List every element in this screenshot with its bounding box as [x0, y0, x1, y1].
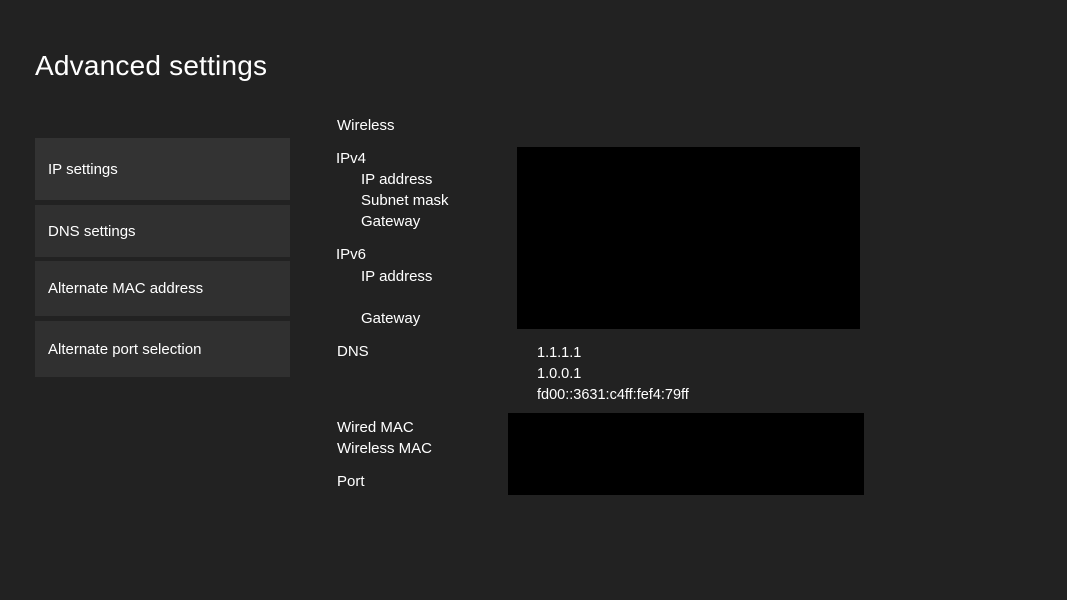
dns-secondary-value: 1.0.0.1 — [537, 366, 582, 382]
ipv4-subnet-mask-label: Subnet mask — [361, 192, 449, 209]
redacted-mac-values — [508, 413, 864, 495]
dns-ipv6-value: fd00::3631:c4ff:fef4:79ff — [537, 387, 689, 403]
dns-label: DNS — [337, 343, 369, 360]
ipv6-ip-address-label: IP address — [361, 268, 433, 285]
ipv4-heading: IPv4 — [336, 150, 367, 167]
ipv6-heading: IPv6 — [336, 246, 367, 263]
ipv4-gateway-label: Gateway — [361, 213, 421, 230]
dns-primary-value: 1.1.1.1 — [537, 345, 582, 361]
redacted-ip-values — [517, 147, 860, 329]
ipv6-gateway-label: Gateway — [361, 310, 421, 327]
wireless-mac-label: Wireless MAC — [337, 440, 433, 457]
wired-mac-label: Wired MAC — [337, 419, 414, 436]
connection-type-label: Wireless — [337, 117, 395, 134]
network-info-panel: Wireless IPv4 IP address Subnet mask Gat… — [0, 0, 1067, 600]
port-label: Port — [337, 473, 365, 490]
ipv4-ip-address-label: IP address — [361, 171, 433, 188]
